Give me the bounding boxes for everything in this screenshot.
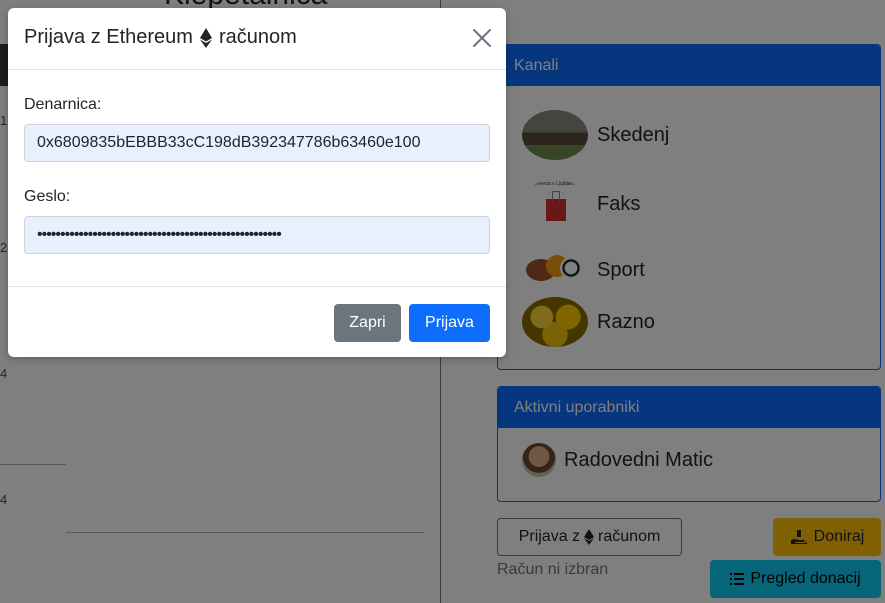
password-label: Geslo: — [24, 188, 71, 205]
password-value: ••••••••••••••••••••••••••••••••••••••••… — [37, 226, 282, 243]
modal-footer: Zapri Prijava — [8, 286, 506, 357]
close-button[interactable]: Zapri — [334, 304, 401, 342]
close-icon[interactable] — [472, 28, 492, 48]
login-button[interactable]: Prijava — [409, 304, 490, 342]
password-input[interactable]: ••••••••••••••••••••••••••••••••••••••••… — [24, 216, 490, 254]
modal-title-suffix: računom — [218, 26, 297, 48]
ethereum-icon — [199, 27, 212, 48]
modal-header: Prijava z Ethereum računom — [8, 8, 506, 70]
modal-title: Prijava z Ethereum računom — [24, 26, 297, 49]
modal-title-prefix: Prijava z Ethereum — [24, 26, 193, 48]
ethereum-login-modal: Prijava z Ethereum računom Denarnica: 0x… — [8, 8, 506, 357]
wallet-input[interactable]: 0x6809835bEBBB33cC198dB392347786b63460e1… — [24, 124, 490, 162]
wallet-label: Denarnica: — [24, 96, 102, 113]
